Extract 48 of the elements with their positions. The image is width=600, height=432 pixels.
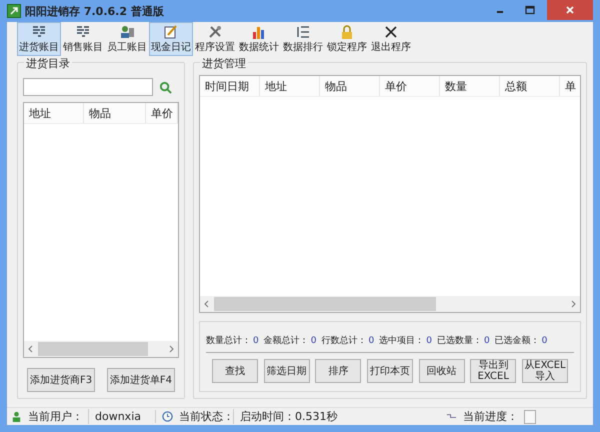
total-value: 0	[484, 336, 490, 346]
column-header[interactable]: 总额	[500, 76, 560, 96]
window-title: 阳阳进销存 7.0.6.2 普通版	[25, 4, 164, 18]
toolbar-button[interactable]: 现金日记	[149, 22, 193, 56]
total-label: 数量总计：	[206, 334, 251, 347]
group-title: 进货目录	[24, 56, 72, 71]
total-label: 行数总计：	[321, 334, 366, 347]
status-label: 当前用户：	[28, 409, 89, 424]
group-title: 进货管理	[200, 56, 248, 71]
action-button[interactable]: 导出到 EXCEL	[470, 359, 516, 383]
toolbar-button[interactable]: 员工账目	[105, 22, 149, 56]
total-label: 选中项目：	[379, 334, 424, 347]
action-button[interactable]: 查找	[212, 359, 258, 383]
status-label: 当前状态：	[179, 409, 234, 424]
total-label: 已选金额：	[494, 334, 540, 347]
add-button[interactable]: 添加进货单F4	[106, 368, 175, 392]
action-button[interactable]: 回收站	[418, 359, 465, 383]
status-value: 启动时间：0.531秒	[240, 409, 338, 424]
total-value: 0	[253, 336, 259, 346]
total-label: 已选数量：	[436, 334, 482, 347]
column-header[interactable]: 单价	[380, 76, 440, 96]
total-value: 0	[542, 336, 548, 346]
toolbar-button[interactable]: 退出程序	[369, 22, 413, 56]
column-header[interactable]: 时间日期	[200, 76, 260, 96]
action-button[interactable]: 筛选日期	[264, 359, 310, 383]
status-label: 当前进度：	[463, 409, 518, 424]
toolbar-button[interactable]: 进货账目	[17, 22, 61, 56]
column-header[interactable]: 数量	[440, 76, 500, 96]
action-button[interactable]: 排序	[315, 359, 362, 383]
column-header[interactable]: 地址	[260, 76, 320, 96]
toolbar-button[interactable]: 销售账目	[61, 22, 105, 56]
total-label: 金额总计：	[264, 334, 309, 347]
total-value: 0	[368, 336, 374, 346]
column-header[interactable]: 物品	[320, 76, 380, 96]
action-button[interactable]: 从EXCEL 导入	[522, 359, 568, 383]
column-header[interactable]: 物品	[84, 103, 146, 123]
total-value: 0	[310, 336, 316, 346]
action-button[interactable]: 打印本页	[366, 359, 413, 383]
toolbar-button[interactable]: 锁定程序	[325, 22, 369, 56]
column-header[interactable]: 地址	[24, 103, 84, 123]
toolbar-button[interactable]: 数据排行	[281, 22, 325, 56]
toolbar-button[interactable]: 程序设置	[193, 22, 237, 56]
column-header[interactable]: 单	[560, 76, 580, 96]
add-button[interactable]: 添加进货商F3	[27, 368, 96, 392]
status-value: downxia	[95, 410, 156, 423]
toolbar-button[interactable]: 数据统计	[237, 22, 281, 56]
total-value: 0	[426, 336, 432, 346]
column-header[interactable]: 单价	[146, 103, 178, 123]
